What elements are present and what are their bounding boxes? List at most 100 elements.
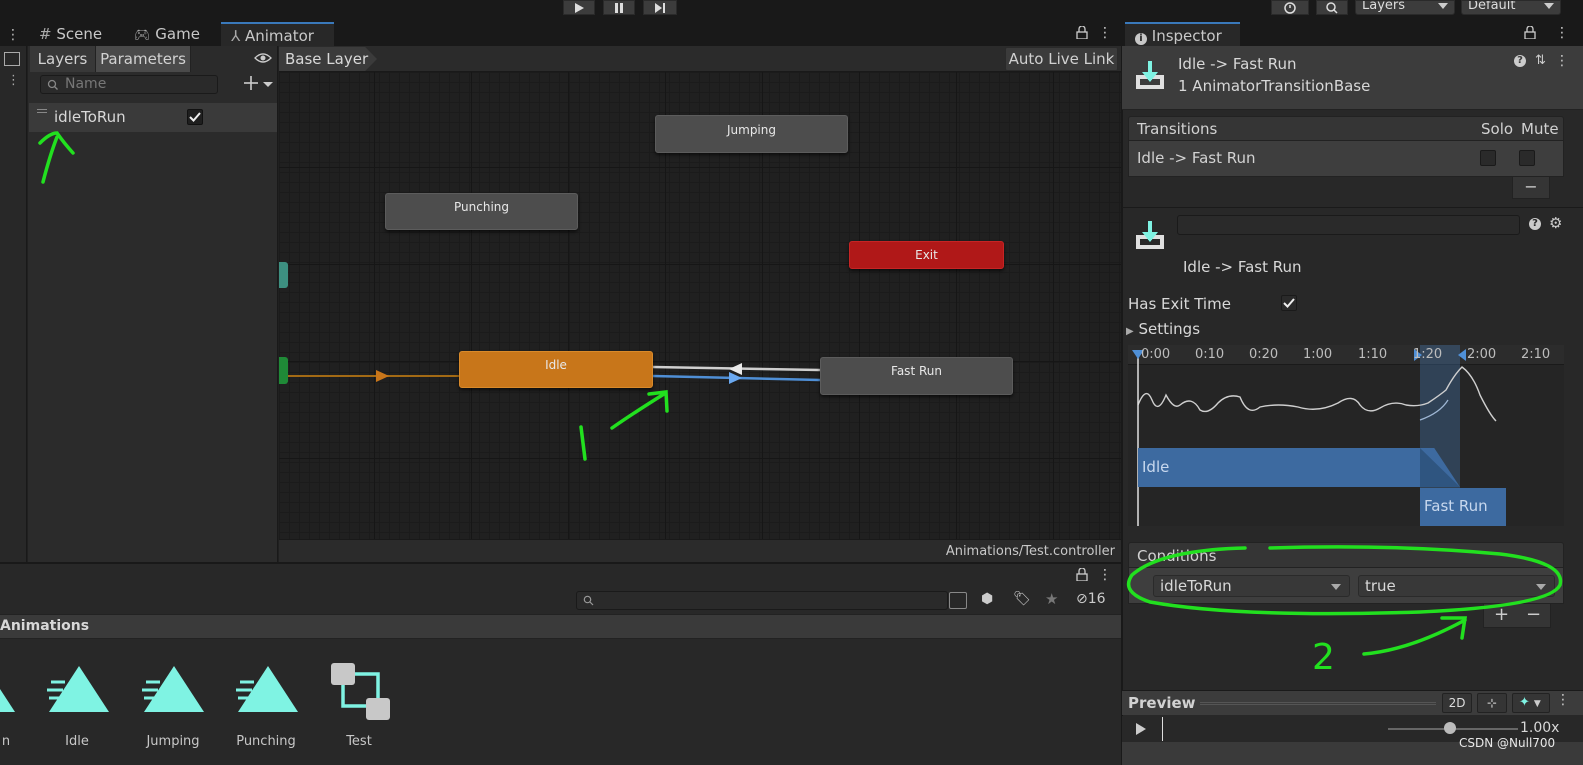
tab-scene-label: Scene: [56, 25, 103, 43]
asset-test[interactable]: [330, 662, 392, 724]
more-menu-icon[interactable]: ⋮: [1098, 567, 1112, 583]
asset-label: Test: [346, 734, 372, 749]
tab-scene[interactable]: # Scene: [29, 22, 121, 46]
any-state-node[interactable]: [279, 262, 288, 288]
gear-icon[interactable]: ⚙: [1549, 214, 1562, 232]
state-machine-graph[interactable]: Jumping Punching Exit Idle Fast Run: [279, 72, 1121, 539]
more-menu-icon[interactable]: ⋮: [1098, 25, 1112, 41]
pause-button[interactable]: [603, 0, 635, 15]
animation-clip-icon: [47, 666, 109, 712]
search-icon: [1326, 1, 1338, 14]
asset-icon-partial[interactable]: [0, 666, 15, 712]
eye-icon[interactable]: [254, 52, 272, 64]
scene-icon: #: [39, 25, 52, 43]
annotation-circle-conditions: [1126, 545, 1563, 656]
lock-icon[interactable]: [1076, 26, 1088, 39]
more-menu-icon[interactable]: ⋮: [1555, 25, 1569, 41]
preview-2d-button[interactable]: 2D: [1442, 693, 1472, 713]
history-icon: [1284, 1, 1296, 14]
speed-slider-thumb[interactable]: [1444, 722, 1456, 734]
parameter-search-input[interactable]: Name: [40, 75, 218, 94]
breadcrumb: [279, 46, 1121, 72]
history-button[interactable]: [1271, 0, 1309, 15]
transition-name-field[interactable]: [1177, 215, 1520, 235]
preview-speed: 1.00x: [1520, 720, 1560, 736]
layers-dropdown-label: Layers: [1362, 0, 1406, 13]
label-tag-icon[interactable]: 🏷︎: [1013, 591, 1031, 607]
state-fast-run[interactable]: Fast Run: [820, 357, 1013, 395]
asset-punching[interactable]: [236, 666, 298, 712]
settings-foldout[interactable]: ▶ Settings: [1126, 320, 1200, 338]
divider: [1122, 207, 1583, 208]
solo-checkbox[interactable]: [1480, 150, 1496, 166]
drag-handle-icon[interactable]: [37, 109, 47, 110]
transition-name-label: Idle -> Fast Run: [1183, 258, 1302, 276]
tab-game[interactable]: 🎮︎ Game: [124, 22, 220, 46]
timeline-idle-clip[interactable]: Idle: [1138, 448, 1460, 487]
maximize-icon[interactable]: [4, 52, 20, 66]
asset-label: n: [1, 734, 11, 749]
entry-transition-arrow: [376, 370, 389, 382]
auto-live-link-button[interactable]: Auto Live Link: [1005, 47, 1118, 71]
tab-game-label: Game: [155, 25, 200, 43]
breadcrumb-base-layer[interactable]: Base Layer: [279, 47, 377, 71]
parameter-name[interactable]: idleToRun: [54, 108, 126, 126]
tab-parameters[interactable]: Parameters: [96, 46, 191, 72]
avatar-icon[interactable]: ✦ ▼: [1512, 693, 1550, 713]
preview-drag-bar[interactable]: [1200, 702, 1436, 705]
transition-list-item[interactable]: Idle -> Fast Run: [1128, 141, 1564, 177]
has-exit-time-label: Has Exit Time: [1128, 295, 1231, 313]
search-by-type-icon[interactable]: [949, 592, 967, 609]
star-icon[interactable]: ★: [1045, 590, 1058, 608]
remove-transition-button[interactable]: −: [1512, 177, 1550, 199]
more-menu-icon[interactable]: ⋮: [6, 27, 20, 43]
pivot-icon[interactable]: ⊹: [1477, 693, 1507, 713]
preview-label: Preview: [1128, 694, 1196, 712]
layout-dropdown[interactable]: Default: [1461, 0, 1561, 15]
layers-dropdown[interactable]: Layers: [1355, 0, 1455, 15]
play-icon[interactable]: [1135, 723, 1147, 735]
hidden-packages-button[interactable]: ⊘16: [1076, 591, 1106, 607]
filter-type-icon[interactable]: ⬢: [981, 591, 993, 607]
state-punching-label: Punching: [454, 200, 509, 214]
mute-checkbox[interactable]: [1519, 150, 1535, 166]
state-fast-run-label: Fast Run: [891, 364, 942, 378]
preset-icon[interactable]: ⇅: [1535, 53, 1546, 68]
tab-animator-label: Animator: [244, 27, 314, 45]
state-jumping[interactable]: Jumping: [655, 115, 848, 153]
has-exit-time-checkbox[interactable]: [1281, 295, 1297, 311]
more-menu-icon[interactable]: ⋮: [1556, 692, 1570, 708]
asset-jumping[interactable]: [142, 666, 204, 712]
project-search-input[interactable]: [576, 591, 948, 610]
state-idle-label: Idle: [545, 358, 567, 372]
step-icon: [655, 2, 665, 13]
search-icon: [583, 595, 594, 606]
transition-timeline[interactable]: Idle Fast Run: [1128, 345, 1564, 526]
tab-inspector[interactable]: i Inspector: [1125, 22, 1240, 46]
play-button[interactable]: [563, 0, 595, 15]
lock-icon[interactable]: [1076, 568, 1088, 581]
search-button[interactable]: [1316, 0, 1348, 15]
add-parameter-button[interactable]: [243, 74, 275, 94]
annotation-arrow-transition: [579, 390, 669, 461]
help-icon[interactable]: ?: [1514, 55, 1526, 67]
tab-layers[interactable]: Layers: [30, 46, 96, 72]
asset-idle[interactable]: [47, 666, 109, 712]
preview-scrubber[interactable]: [1162, 717, 1163, 741]
search-icon: [47, 79, 59, 91]
more-menu-icon[interactable]: ⋮: [7, 73, 20, 88]
help-icon[interactable]: ?: [1529, 218, 1541, 230]
animator-controller-icon: [331, 663, 390, 720]
state-punching[interactable]: Punching: [385, 193, 578, 230]
hidden-count: 16: [1087, 591, 1106, 607]
tab-animator[interactable]: ⅄ Animator: [221, 22, 334, 46]
entry-node[interactable]: [279, 357, 288, 384]
parameter-checkbox[interactable]: [187, 109, 203, 125]
state-exit[interactable]: Exit: [849, 241, 1004, 269]
timeline-tick: 1:00: [1303, 347, 1333, 362]
more-menu-icon[interactable]: ⋮: [1555, 53, 1569, 69]
timeline-fastrun-clip[interactable]: Fast Run: [1420, 488, 1506, 526]
lock-icon[interactable]: [1524, 26, 1536, 39]
state-idle[interactable]: Idle: [459, 351, 653, 388]
step-button[interactable]: [643, 0, 677, 15]
